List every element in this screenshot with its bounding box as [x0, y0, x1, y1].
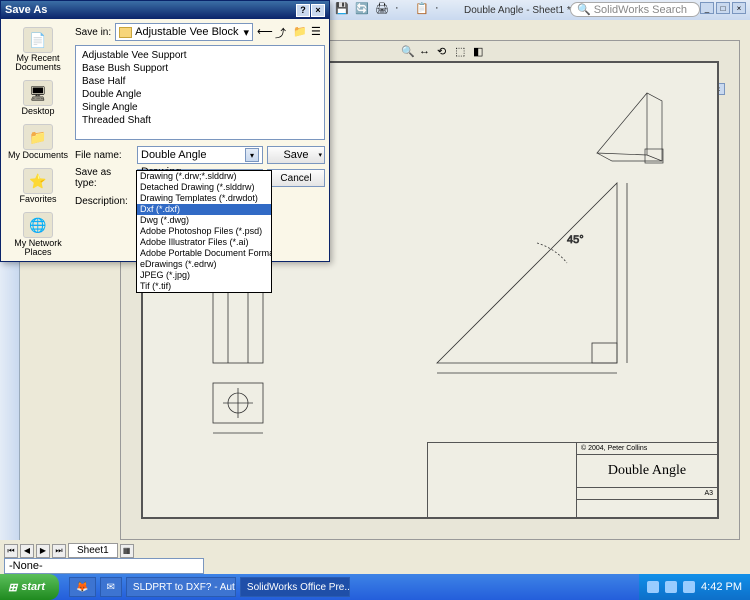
description-label: Description: — [75, 196, 133, 207]
savein-label: Save in: — [75, 27, 111, 38]
file-list[interactable]: Adjustable Vee SupportBase Bush SupportB… — [75, 45, 325, 140]
file-item[interactable]: Double Angle — [82, 88, 318, 101]
place-label: My Network Places — [5, 239, 71, 257]
file-item[interactable]: Base Half — [82, 75, 318, 88]
place-icon: 🌐 — [23, 212, 53, 238]
save-as-dialog: Save As ? × 📄My Recent Documents 🖥Desktop… — [0, 0, 330, 262]
place-icon: 🖥 — [23, 80, 53, 106]
chevron-down-icon[interactable]: ▾ — [245, 148, 259, 162]
dropdown-option[interactable]: JPEG (*.jpg) — [137, 270, 271, 281]
search-input[interactable]: 🔍 SolidWorks Search — [570, 2, 700, 17]
start-button[interactable]: ⊞ start — [0, 574, 59, 600]
place-icon: 📄 — [23, 27, 53, 53]
save-button[interactable]: Save — [267, 146, 325, 164]
titleblock-title: Double Angle — [577, 455, 717, 488]
folder-nav-icons[interactable]: ⟵ ⤴ 📁 ☰ — [257, 25, 325, 39]
quick-toolbar[interactable]: 💾🔄🖨·📋· — [335, 2, 449, 16]
savein-combo[interactable]: Adjustable Vee Block ▾ — [115, 23, 253, 41]
svg-text:45°: 45° — [567, 234, 584, 246]
dropdown-option[interactable]: Adobe Illustrator Files (*.ai) — [137, 237, 271, 248]
titleblock-notes — [428, 443, 577, 517]
new-folder-icon[interactable]: 📁 — [293, 25, 307, 39]
file-item[interactable]: Threaded Shaft — [82, 114, 318, 127]
chevron-down-icon[interactable]: ▾ — [243, 26, 249, 39]
back-icon[interactable]: ⟵ — [257, 25, 271, 39]
places-item[interactable]: ⭐Favorites — [19, 168, 56, 204]
taskbar: ⊞ start 🦊 ✉ SLDPRT to DXF? - Aut... Soli… — [0, 574, 750, 600]
sheet-tabs: ⏮ ◀ ▶ ⏭ Sheet1 ▦ — [4, 543, 134, 558]
file-item[interactable]: Base Bush Support — [82, 62, 318, 75]
dropdown-option[interactable]: eDrawings (*.edrw) — [137, 259, 271, 270]
places-bar: 📄My Recent Documents 🖥Desktop 📁My Document… — [5, 23, 71, 257]
tray-icon[interactable] — [683, 581, 695, 593]
saveastype-dropdown[interactable]: Drawing (*.drw;*.slddrw)Detached Drawing… — [136, 170, 272, 293]
view-toolbar[interactable]: 🔍↔⟲⬚◧ — [401, 45, 487, 59]
dialog-titlebar[interactable]: Save As ? × — [1, 1, 329, 19]
file-item[interactable]: Single Angle — [82, 101, 318, 114]
dropdown-option[interactable]: Adobe Portable Document Format (*.pdf) — [137, 248, 271, 259]
windows-logo-icon: ⊞ — [8, 581, 17, 594]
filename-label: File name: — [75, 150, 133, 161]
clock: 4:42 PM — [701, 581, 742, 593]
views-icon[interactable]: ☰ — [311, 25, 325, 39]
tab-add-button[interactable]: ▦ — [120, 544, 134, 558]
tab-prev-button[interactable]: ◀ — [20, 544, 34, 558]
dropdown-option[interactable]: Detached Drawing (*.slddrw) — [137, 182, 271, 193]
dropdown-option[interactable]: Dxf (*.dxf) — [137, 204, 271, 215]
places-item[interactable]: 🌐My Network Places — [5, 212, 71, 257]
place-icon: ⭐ — [23, 168, 53, 194]
quicklaunch-icon[interactable]: ✉ — [100, 577, 122, 597]
taskbar-item[interactable]: SLDPRT to DXF? - Aut... — [126, 577, 236, 597]
tab-first-button[interactable]: ⏮ — [4, 544, 18, 558]
dropdown-option[interactable]: Adobe Photoshop Files (*.psd) — [137, 226, 271, 237]
file-item[interactable]: Adjustable Vee Support — [82, 49, 318, 62]
place-icon: 📁 — [23, 124, 53, 150]
place-label: My Recent Documents — [5, 54, 71, 72]
tray-icon[interactable] — [647, 581, 659, 593]
quicklaunch-icon[interactable]: 🦊 — [69, 577, 95, 597]
tab-last-button[interactable]: ⏭ — [52, 544, 66, 558]
orthographic-views — [203, 273, 383, 453]
system-tray[interactable]: 4:42 PM — [639, 574, 750, 600]
dropdown-option[interactable]: Tif (*.tif) — [137, 281, 271, 292]
dialog-title: Save As — [5, 4, 47, 16]
dropdown-option[interactable]: Drawing (*.drw;*.slddrw) — [137, 171, 271, 182]
taskbar-item[interactable]: SolidWorks Office Pre... — [240, 577, 350, 597]
places-item[interactable]: 📄My Recent Documents — [5, 27, 71, 72]
search-icon: 🔍 — [577, 3, 591, 16]
tray-icon[interactable] — [665, 581, 677, 593]
places-item[interactable]: 🖥Desktop — [21, 80, 54, 116]
folder-icon — [119, 27, 132, 38]
document-title: Double Angle - Sheet1 * — [464, 5, 571, 16]
layer-combo[interactable]: -None- — [4, 558, 204, 574]
place-label: Favorites — [19, 195, 56, 204]
dialog-help-button[interactable]: ? — [296, 4, 310, 17]
maximize-button[interactable]: □ — [716, 2, 730, 14]
place-label: Desktop — [21, 107, 54, 116]
dropdown-option[interactable]: Drawing Templates (*.drwdot) — [137, 193, 271, 204]
close-button[interactable]: × — [732, 2, 746, 14]
tab-sheet1[interactable]: Sheet1 — [68, 543, 118, 558]
saveastype-label: Save as type: — [75, 167, 133, 189]
side-view: 45° — [417, 163, 637, 383]
dropdown-option[interactable]: Dwg (*.dwg) — [137, 215, 271, 226]
up-icon[interactable]: ⤴ — [275, 25, 289, 39]
places-item[interactable]: 📁My Documents — [8, 124, 68, 160]
filename-combo[interactable]: Double Angle ▾ — [137, 146, 263, 164]
titleblock-company: © 2004, Peter Collins — [577, 443, 717, 455]
titleblock-size: A3 — [577, 488, 717, 500]
tab-next-button[interactable]: ▶ — [36, 544, 50, 558]
minimize-button[interactable]: _ — [700, 2, 714, 14]
place-label: My Documents — [8, 151, 68, 160]
cancel-button[interactable]: Cancel — [267, 169, 325, 187]
title-block: © 2004, Peter Collins Double Angle A3 — [427, 442, 717, 517]
window-controls: _ □ × — [700, 2, 746, 14]
isometric-view — [587, 83, 677, 173]
dialog-close-button[interactable]: × — [311, 4, 325, 17]
